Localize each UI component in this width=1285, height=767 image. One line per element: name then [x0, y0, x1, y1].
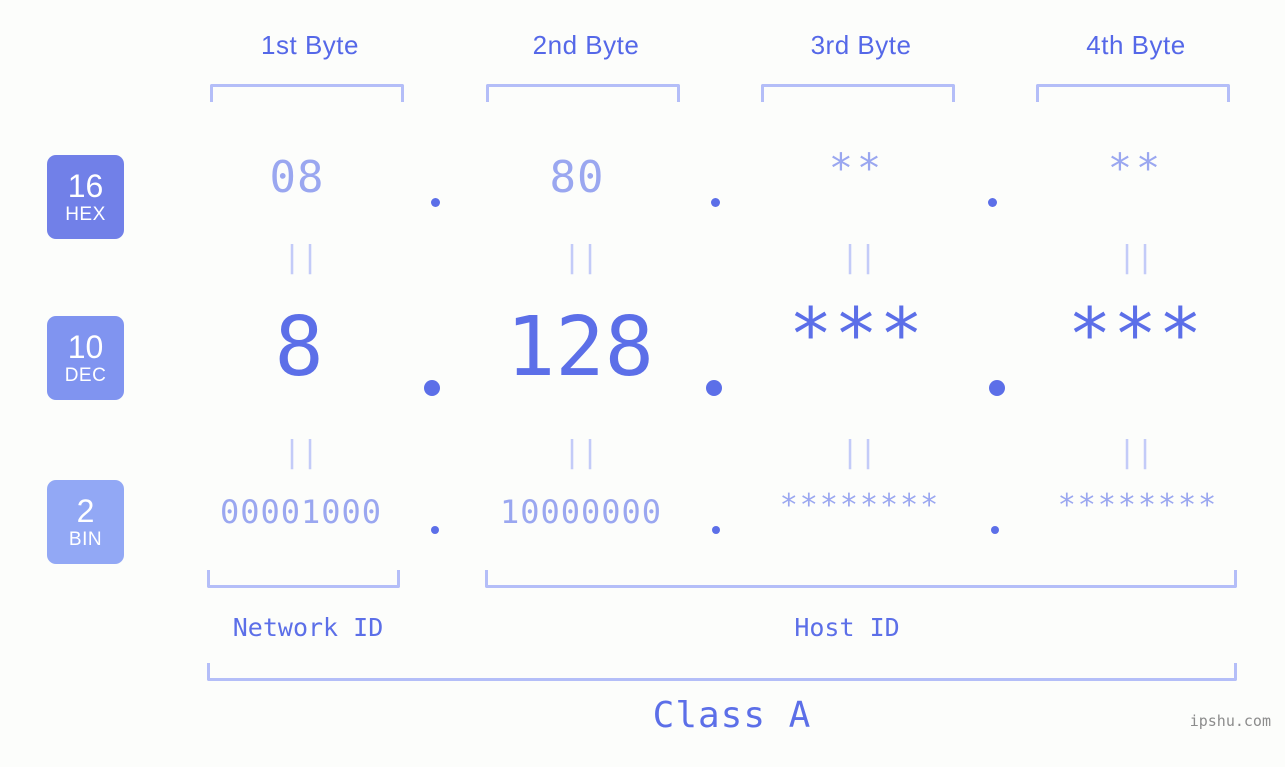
equivalence-mark-dec-bin-3: ||	[840, 435, 878, 470]
bin-value-byte-4: ********	[1057, 488, 1219, 523]
base-badge-dec: 10 DEC	[47, 316, 124, 400]
host-id-bracket	[485, 570, 1237, 588]
bin-value-byte-1: 00001000	[219, 493, 383, 531]
hex-value-byte-2: 80	[549, 152, 605, 203]
hex-dot-separator-3	[988, 198, 997, 207]
byte-bracket-top-3	[761, 84, 955, 102]
hex-value-byte-1: 08	[269, 152, 325, 203]
dec-value-byte-4: ***	[1067, 292, 1205, 376]
bin-dot-separator-2	[712, 526, 720, 534]
ip-address-breakdown-diagram: 1st Byte 2nd Byte 3rd Byte 4th Byte 16 H…	[0, 0, 1285, 767]
hex-dot-separator-1	[431, 198, 440, 207]
byte-header-1: 1st Byte	[261, 30, 359, 60]
equivalence-mark-hex-dec-4: ||	[1117, 240, 1155, 275]
dec-dot-separator-3	[989, 380, 1005, 396]
equivalence-mark-hex-dec-1: ||	[282, 240, 320, 275]
hex-value-byte-4: **	[1107, 146, 1165, 192]
byte-header-4: 4th Byte	[1086, 30, 1186, 60]
byte-header-2: 2nd Byte	[532, 30, 640, 60]
base-badge-bin-number: 2	[76, 493, 95, 529]
dec-dot-separator-2	[706, 380, 722, 396]
base-badge-hex-abbr: HEX	[65, 204, 106, 225]
equivalence-mark-dec-bin-4: ||	[1117, 435, 1155, 470]
network-id-label: Network ID	[232, 613, 384, 642]
base-badge-hex: 16 HEX	[47, 155, 124, 239]
dec-value-byte-3: ***	[788, 292, 926, 376]
equivalence-mark-hex-dec-3: ||	[840, 240, 878, 275]
base-badge-dec-number: 10	[67, 329, 104, 365]
base-badge-dec-abbr: DEC	[64, 365, 107, 386]
hex-dot-separator-2	[711, 198, 720, 207]
base-badge-hex-number: 16	[67, 168, 104, 204]
bin-value-byte-2: 10000000	[499, 493, 663, 531]
equivalence-mark-dec-bin-1: ||	[282, 435, 320, 470]
site-watermark: ipshu.com	[1189, 712, 1271, 730]
class-bracket	[207, 663, 1237, 681]
bin-dot-separator-1	[431, 526, 439, 534]
bin-value-byte-3: ********	[779, 488, 941, 523]
dec-value-byte-2: 128	[505, 300, 655, 395]
host-id-label: Host ID	[794, 613, 900, 642]
equivalence-mark-dec-bin-2: ||	[562, 435, 600, 470]
base-badge-bin-abbr: BIN	[68, 529, 103, 550]
base-badge-bin: 2 BIN	[47, 480, 124, 564]
byte-bracket-top-4	[1036, 84, 1230, 102]
network-id-bracket	[207, 570, 400, 588]
dec-value-byte-1: 8	[274, 300, 324, 395]
dec-dot-separator-1	[424, 380, 440, 396]
byte-bracket-top-2	[486, 84, 680, 102]
bin-dot-separator-3	[991, 526, 999, 534]
byte-bracket-top-1	[210, 84, 404, 102]
class-label: Class A	[652, 695, 812, 736]
byte-header-3: 3rd Byte	[810, 30, 912, 60]
hex-value-byte-3: **	[828, 146, 886, 192]
equivalence-mark-hex-dec-2: ||	[562, 240, 600, 275]
